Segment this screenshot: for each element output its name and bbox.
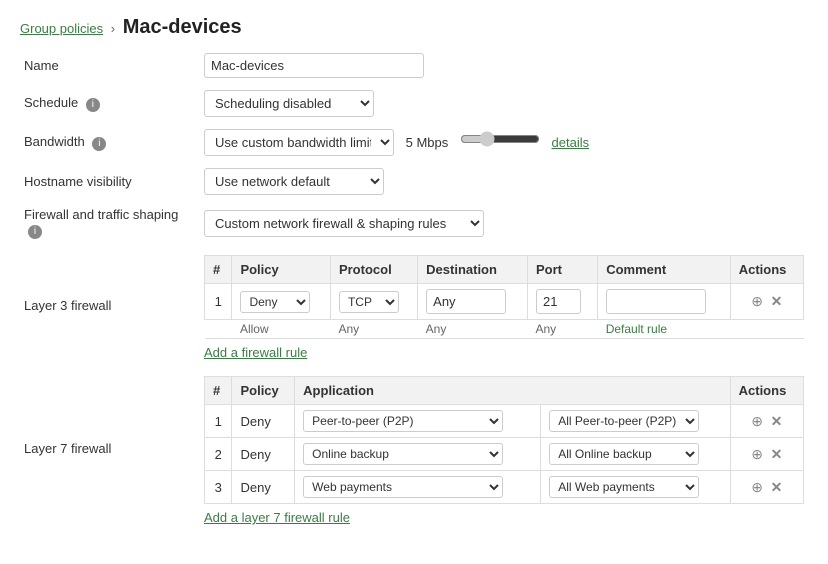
move-icon[interactable]: ⊕ [751, 479, 763, 495]
layer3-table: # Policy Protocol Destination Port Comme… [204, 255, 804, 339]
l3-row1-actions: ⊕ ✕ [730, 284, 803, 320]
firewall-label: Firewall and traffic shaping i [20, 201, 200, 245]
bandwidth-info-icon[interactable]: i [92, 137, 106, 151]
l7-row3-cat: All Web payments [541, 471, 730, 504]
delete-icon[interactable]: ✕ [771, 479, 783, 495]
l7-col-actions: Actions [730, 377, 803, 405]
l3-default-policy: Allow [232, 320, 331, 339]
l3-col-port: Port [528, 256, 598, 284]
l7-row1-num: 1 [205, 405, 232, 438]
l3-policy-select[interactable]: Deny Allow [240, 291, 310, 313]
l3-comment-input[interactable] [606, 289, 706, 314]
l3-row1-destination [418, 284, 528, 320]
details-link[interactable]: details [552, 135, 590, 150]
delete-icon[interactable]: ✕ [771, 446, 783, 462]
l7-row1-cat: All Peer-to-peer (P2P) [541, 405, 730, 438]
l7-col-policy: Policy [232, 377, 295, 405]
layer3-container: # Policy Protocol Destination Port Comme… [204, 255, 804, 360]
bandwidth-mbps-value: 5 Mbps [406, 135, 449, 150]
l7-app-select-3[interactable]: Web payments [303, 476, 503, 498]
l3-row1-protocol: TCP UDP Any [330, 284, 417, 320]
firewall-traffic-select[interactable]: Custom network firewall & shaping rules [204, 210, 484, 237]
l7-row3-actions: ⊕ ✕ [730, 471, 803, 504]
table-row: 3 Deny Web payments All Web payments [205, 471, 804, 504]
l3-col-actions: Actions [730, 256, 803, 284]
l7-row2-policy: Deny [232, 438, 295, 471]
settings-form: Name Schedule i Scheduling disabled Band… [20, 47, 808, 531]
l7-col-application: Application [295, 377, 730, 405]
schedule-select[interactable]: Scheduling disabled [204, 90, 374, 117]
schedule-label: Schedule i [20, 84, 200, 123]
l7-row1-actions: ⊕ ✕ [730, 405, 803, 438]
l3-default-destination: Any [418, 320, 528, 339]
l7-cat-select-2[interactable]: All Online backup [549, 443, 699, 465]
name-input[interactable] [204, 53, 424, 78]
table-row: 1 Deny Peer-to-peer (P2P) All Peer-t [205, 405, 804, 438]
add-firewall-rule-link[interactable]: Add a firewall rule [204, 345, 307, 360]
move-icon[interactable]: ⊕ [751, 446, 763, 462]
l3-col-policy: Policy [232, 256, 331, 284]
l3-default-protocol: Any [330, 320, 417, 339]
l3-col-comment: Comment [598, 256, 731, 284]
table-row: 1 Deny Allow TCP [205, 284, 804, 320]
table-row: 2 Deny Online backup All Online back [205, 438, 804, 471]
bandwidth-slider-wrap [460, 131, 540, 147]
layer7-container: # Policy Application Actions 1 Deny [204, 376, 804, 525]
add-layer7-rule-link[interactable]: Add a layer 7 firewall rule [204, 510, 350, 525]
l7-cat-select-3[interactable]: All Web payments [549, 476, 699, 498]
move-icon[interactable]: ⊕ [751, 293, 763, 309]
l3-col-num: # [205, 256, 232, 284]
layer3-label: Layer 3 firewall [20, 245, 200, 366]
l3-row1-comment [598, 284, 731, 320]
l7-row2-app: Online backup [295, 438, 541, 471]
hostname-label: Hostname visibility [20, 162, 200, 201]
l3-row1-num: 1 [205, 284, 232, 320]
firewall-info-icon[interactable]: i [28, 225, 42, 239]
l3-col-protocol: Protocol [330, 256, 417, 284]
l7-row2-actions: ⊕ ✕ [730, 438, 803, 471]
name-label: Name [20, 47, 200, 84]
breadcrumb: Group policies › Mac-devices [20, 16, 808, 39]
l3-default-comment: Default rule [598, 320, 804, 339]
l7-col-num: # [205, 377, 232, 405]
l7-cat-select-1[interactable]: All Peer-to-peer (P2P) [549, 410, 699, 432]
l7-row3-num: 3 [205, 471, 232, 504]
bandwidth-slider[interactable] [460, 131, 540, 147]
breadcrumb-parent-link[interactable]: Group policies [20, 21, 103, 36]
breadcrumb-separator: › [111, 21, 115, 36]
l3-default-num [205, 320, 232, 339]
l7-row3-policy: Deny [232, 471, 295, 504]
hostname-select[interactable]: Use network default [204, 168, 384, 195]
l7-row1-app: Peer-to-peer (P2P) [295, 405, 541, 438]
l3-port-input[interactable] [536, 289, 581, 314]
l7-app-select-2[interactable]: Online backup [303, 443, 503, 465]
l3-col-destination: Destination [418, 256, 528, 284]
bandwidth-select[interactable]: Use custom bandwidth limit [204, 129, 394, 156]
l7-row2-num: 2 [205, 438, 232, 471]
l3-row1-policy: Deny Allow [232, 284, 331, 320]
delete-icon[interactable]: ✕ [771, 293, 783, 309]
page-title: Mac-devices [123, 16, 242, 38]
layer7-label: Layer 7 firewall [20, 366, 200, 531]
l7-row2-cat: All Online backup [541, 438, 730, 471]
l3-default-row: Allow Any Any Any Default rule [205, 320, 804, 339]
l3-default-port: Any [528, 320, 598, 339]
l3-destination-input[interactable] [426, 289, 506, 314]
l7-row1-policy: Deny [232, 405, 295, 438]
layer7-table: # Policy Application Actions 1 Deny [204, 376, 804, 504]
l3-row1-port [528, 284, 598, 320]
delete-icon[interactable]: ✕ [771, 413, 783, 429]
l3-protocol-select[interactable]: TCP UDP Any [339, 291, 399, 313]
schedule-info-icon[interactable]: i [86, 98, 100, 112]
bandwidth-label: Bandwidth i [20, 123, 200, 162]
l7-app-select-1[interactable]: Peer-to-peer (P2P) [303, 410, 503, 432]
move-icon[interactable]: ⊕ [751, 413, 763, 429]
l7-row3-app: Web payments [295, 471, 541, 504]
